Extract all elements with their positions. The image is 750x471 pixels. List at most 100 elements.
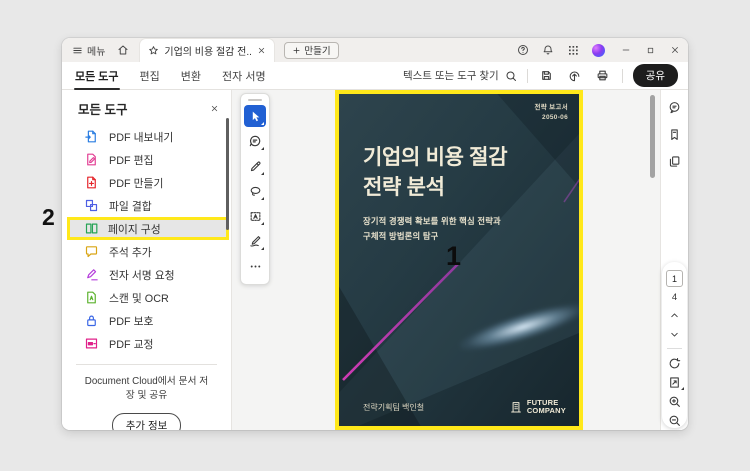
- next-page-button[interactable]: [667, 327, 682, 341]
- toolbar-tab-1[interactable]: 편집: [139, 62, 161, 90]
- report-badge: 전략 보고서 2050-06: [534, 104, 568, 122]
- share-button-label: 공유: [645, 70, 665, 82]
- panel-close-icon[interactable]: [210, 104, 219, 113]
- print-button[interactable]: [594, 67, 612, 85]
- sidebar-item-9[interactable]: PDF 교정: [62, 332, 231, 355]
- more-tools-icon: [249, 260, 262, 273]
- export-pdf-icon: [84, 129, 99, 144]
- star-icon[interactable]: [148, 45, 159, 56]
- sidebar-item-label: PDF 편집: [109, 154, 154, 167]
- fill-sign-tool-icon: [249, 235, 262, 248]
- sidebar-item-2[interactable]: PDF 만들기: [62, 171, 231, 194]
- text-box-tool-button[interactable]: [244, 205, 266, 227]
- more-info-button[interactable]: 추가 정보: [111, 413, 182, 430]
- share-button[interactable]: 공유: [632, 64, 678, 87]
- cover-light-beam: [456, 295, 579, 359]
- sidebar-item-label: PDF 교정: [109, 338, 154, 351]
- document-tab[interactable]: 기업의 비용 절감 전...: [139, 38, 276, 62]
- comments-panel-button[interactable]: [667, 99, 683, 115]
- sidebar-item-8[interactable]: PDF 보호: [62, 309, 231, 332]
- home-button[interactable]: [117, 44, 129, 56]
- sidebar-item-5[interactable]: 주석 추가: [62, 240, 231, 263]
- callout-number-1: 1: [446, 241, 462, 271]
- cover-author: 전략기획팀 백인철: [363, 403, 425, 412]
- page-number-input[interactable]: [666, 270, 683, 287]
- titlebar: 메뉴 기업의 비용 절감 전... 만들기: [62, 38, 688, 62]
- text-box-tool-icon: [249, 210, 262, 223]
- fill-sign-tool-button[interactable]: [244, 230, 266, 252]
- sidebar-item-label: 파일 결합: [109, 200, 152, 213]
- bookmarks-panel-button[interactable]: [667, 126, 683, 142]
- combine-files-icon: [84, 198, 99, 213]
- fit-page-button[interactable]: [667, 375, 684, 390]
- notifications-button[interactable]: [542, 44, 554, 56]
- pdf-cover-page: 전략 보고서 2050-06 기업의 비용 절감 전략 분석 장기적 경쟁력 확…: [335, 90, 583, 430]
- previous-page-button[interactable]: [667, 308, 682, 322]
- add-comment-tool-icon: [248, 134, 262, 148]
- minimize-button[interactable]: [621, 45, 631, 55]
- document-tab-title: 기업의 비용 절감 전...: [164, 47, 253, 58]
- tab-close-icon[interactable]: [257, 46, 266, 55]
- company-logo: FUTURE COMPANY: [509, 398, 566, 416]
- sidebar-item-6[interactable]: 전자 서명 요청: [62, 263, 231, 286]
- close-button[interactable]: [670, 45, 680, 55]
- document-scrollbar[interactable]: [650, 95, 655, 178]
- sidebar-scrollbar[interactable]: [226, 118, 229, 230]
- more-tools-button[interactable]: [244, 255, 266, 277]
- menu-button[interactable]: 메뉴: [72, 43, 105, 58]
- search-label: 텍스트 또는 도구 찾기: [402, 70, 499, 82]
- toolbar-tab-2[interactable]: 변환: [180, 62, 202, 90]
- tools-list: PDF 내보내기 PDF 편집 PDF 만들기파일 결합페이지 구성주석 추가전자 …: [62, 125, 231, 355]
- select-tool-button[interactable]: [244, 105, 266, 127]
- toolbar-tab-0[interactable]: 모든 도구: [74, 62, 120, 90]
- scan-ocr-icon: [84, 290, 99, 305]
- redact-pdf-icon: [84, 336, 99, 351]
- zoom-out-button[interactable]: [667, 413, 682, 427]
- acrobat-window: 메뉴 기업의 비용 절감 전... 만들기 모든 도구 편집 변환 전자 서명: [62, 38, 688, 430]
- avatar[interactable]: [592, 43, 605, 57]
- all-tools-panel: 모든 도구 PDF 내보내기 PDF 편집 PDF 만들기파일 결합페이지 구성주석…: [62, 90, 232, 430]
- apps-grid-button[interactable]: [567, 44, 579, 56]
- sidebar-item-3[interactable]: 파일 결합: [62, 194, 231, 217]
- request-esign-icon: [84, 267, 99, 282]
- save-button[interactable]: [538, 67, 556, 85]
- create-pdf-icon: [84, 175, 99, 190]
- building-icon: [509, 400, 523, 414]
- rotate-page-button[interactable]: [667, 356, 682, 370]
- edit-pdf-icon: [84, 152, 99, 167]
- sidebar-item-label: 스캔 및 OCR: [109, 292, 169, 305]
- callout-number-2: 2: [42, 204, 55, 230]
- sidebar-item-label: PDF 보호: [109, 315, 154, 328]
- panel-title: 모든 도구: [78, 103, 128, 117]
- sidebar-item-label: PDF 만들기: [109, 177, 164, 190]
- rail-drag-handle[interactable]: [248, 99, 262, 101]
- sidebar-item-label: 전자 서명 요청: [109, 269, 175, 282]
- create-button[interactable]: 만들기: [284, 41, 339, 59]
- select-tool-icon: [249, 110, 262, 123]
- hamburger-menu-icon: [72, 45, 83, 56]
- sidebar-item-0[interactable]: PDF 내보내기: [62, 125, 231, 148]
- zoom-in-button[interactable]: [667, 394, 682, 408]
- add-comment-tool-button[interactable]: [244, 130, 266, 152]
- draw-tool-button[interactable]: [244, 155, 266, 177]
- sidebar-item-label: 주석 추가: [109, 246, 152, 259]
- sidebar-item-7[interactable]: 스캔 및 OCR: [62, 286, 231, 309]
- sidebar-item-1[interactable]: PDF 편집: [62, 148, 231, 171]
- page-thumbnails-panel-button[interactable]: [667, 153, 683, 169]
- upload-button[interactable]: [566, 67, 584, 85]
- sidebar-item-4[interactable]: 페이지 구성: [67, 217, 229, 240]
- lasso-tool-button[interactable]: [244, 180, 266, 202]
- organize-pages-icon: [84, 221, 99, 236]
- search-field[interactable]: 텍스트 또는 도구 찾기: [403, 68, 517, 83]
- quick-tools-rail: [240, 93, 270, 285]
- right-rail: 4: [660, 90, 688, 430]
- help-button[interactable]: [517, 44, 529, 56]
- menu-label: 메뉴: [87, 46, 106, 58]
- cover-subtitle: 장기적 경쟁력 확보를 위한 핵심 전략과 구체적 방법론의 탐구: [363, 216, 501, 241]
- divider: [667, 348, 682, 349]
- divider: [621, 68, 623, 83]
- toolbar: 모든 도구 편집 변환 전자 서명 텍스트 또는 도구 찾기 공유: [62, 62, 688, 90]
- toolbar-tab-3[interactable]: 전자 서명: [221, 62, 267, 90]
- document-cloud-text: Document Cloud에서 문서 저장 및 공유: [84, 376, 209, 402]
- maximize-button[interactable]: [646, 46, 655, 55]
